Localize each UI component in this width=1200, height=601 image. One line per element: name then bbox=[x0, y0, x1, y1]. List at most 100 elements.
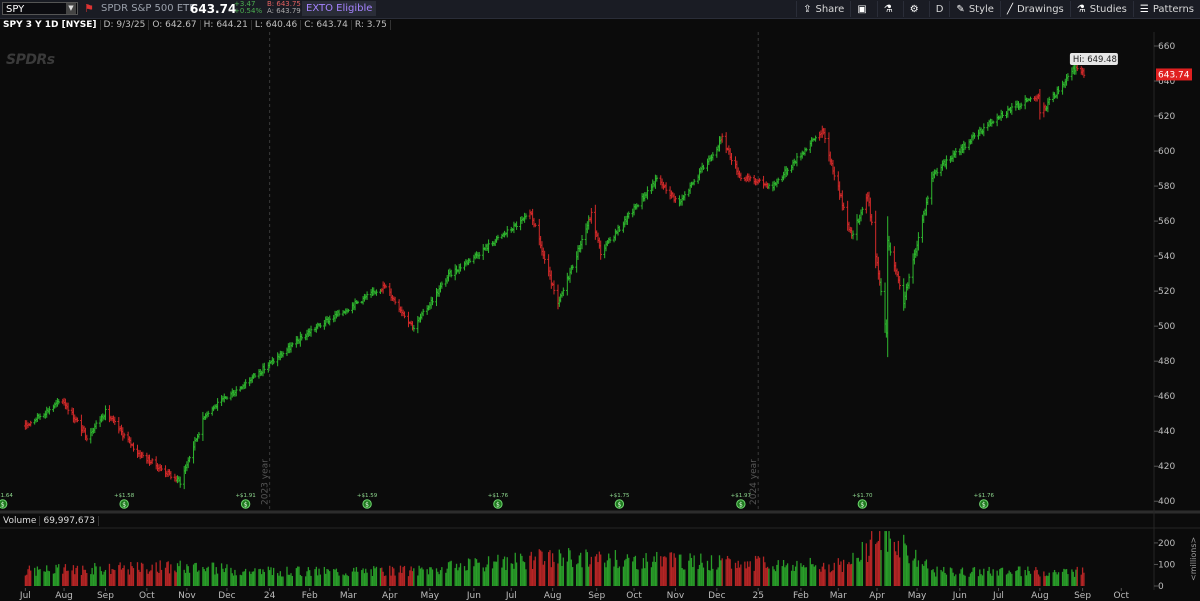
lab-button[interactable]: ⚗ bbox=[876, 1, 903, 17]
y-tick-label: 620 bbox=[1158, 112, 1175, 122]
dividend-symbol: $ bbox=[496, 502, 500, 509]
dividend-icon bbox=[979, 499, 989, 509]
last-price-label: 643.74 bbox=[1158, 70, 1190, 80]
x-tick-label: Aug bbox=[1031, 591, 1049, 601]
chart-title[interactable]: SPY 3 Y 1D [NYSE] bbox=[0, 20, 101, 30]
ohlc-info-row: SPY 3 Y 1D [NYSE] D: 9/3/25 O: 642.67 H: 64… bbox=[0, 19, 1160, 31]
y-tick-label: 580 bbox=[1158, 182, 1175, 192]
info-range: R: 3.75 bbox=[351, 20, 391, 30]
percent-change: +0.54% bbox=[234, 7, 263, 15]
dividend-label: +$1.91 bbox=[235, 493, 255, 499]
x-tick-label: Jul bbox=[505, 591, 517, 601]
last-price: 643.74 bbox=[190, 2, 237, 16]
patterns-label: Patterns bbox=[1152, 3, 1194, 15]
gear-icon: ⚙ bbox=[909, 3, 919, 15]
x-tick-label: Mar bbox=[830, 591, 847, 601]
alert-flag-icon[interactable]: ⚑ bbox=[84, 3, 94, 15]
dividend-symbol: $ bbox=[739, 502, 743, 509]
y-tick-label: 400 bbox=[1158, 497, 1175, 507]
volume-tick-label: 100 bbox=[1158, 560, 1175, 570]
info-close: C: 643.74 bbox=[301, 20, 352, 30]
dividend-symbol: $ bbox=[860, 502, 864, 509]
dividend-icon bbox=[240, 499, 251, 509]
dividend-icon bbox=[0, 499, 8, 509]
price-change: +3.47 +0.54% bbox=[234, 1, 262, 15]
hi-label-box bbox=[1069, 53, 1118, 66]
flask-icon: ⚗ bbox=[1076, 3, 1086, 15]
volume-unit-label: <millions> bbox=[1189, 537, 1198, 581]
x-tick-label: Apr bbox=[382, 591, 398, 601]
studies-button[interactable]: ⚗ Studies bbox=[1069, 1, 1133, 17]
dividend-icon bbox=[857, 499, 868, 509]
x-tick-label: Aug bbox=[544, 591, 562, 601]
y-tick-label: 560 bbox=[1158, 217, 1175, 227]
dividend-label: +$1.58 bbox=[114, 493, 135, 499]
ask-price: A: 643.79 bbox=[267, 7, 301, 15]
info-open: O: 642.67 bbox=[149, 20, 201, 30]
volume-tick-label: 200 bbox=[1158, 539, 1175, 549]
info-low: L: 640.46 bbox=[251, 20, 302, 30]
x-tick-label: Aug bbox=[55, 591, 73, 601]
volume-label: Volume bbox=[0, 516, 41, 526]
snapshot-button[interactable]: ▣ bbox=[850, 1, 876, 17]
x-tick-label: Apr bbox=[869, 591, 885, 601]
share-button[interactable]: ⇪ Share bbox=[796, 1, 850, 17]
dividend-label: +$1.76 bbox=[488, 493, 509, 499]
drawings-button[interactable]: ╱ Drawings bbox=[999, 1, 1070, 17]
x-tick-label: Feb bbox=[793, 591, 809, 601]
y-tick-label: 420 bbox=[1158, 462, 1175, 472]
dividend-label: +$1.75 bbox=[609, 493, 630, 499]
dividend-label: +$1.76 bbox=[974, 493, 995, 499]
flask-icon: ⚗ bbox=[883, 3, 893, 15]
y-tick-label: 440 bbox=[1158, 427, 1175, 437]
x-tick-label: Jul bbox=[19, 591, 31, 601]
top-toolbar: SPY ▼ ⚑ SPDR S&P 500 ETF 643.74 +3.47 +0… bbox=[0, 0, 1200, 19]
y-tick-label: 460 bbox=[1158, 392, 1175, 402]
dividend-icon bbox=[493, 499, 503, 509]
x-tick-label: Mar bbox=[340, 591, 357, 601]
price-chart[interactable]: 4004204404604805005205405605806006206406… bbox=[0, 0, 1200, 601]
x-tick-label: Sep bbox=[97, 591, 114, 601]
volume-header: Volume 69,997,673 bbox=[0, 515, 100, 528]
x-tick-label: Jul bbox=[992, 591, 1004, 601]
y-tick-label: 500 bbox=[1158, 322, 1175, 332]
x-tick-label: Jun bbox=[952, 591, 967, 601]
last-price-tag bbox=[1156, 68, 1192, 81]
symbol-dropdown-icon[interactable]: ▼ bbox=[66, 3, 76, 14]
dividend-label: +$1.59 bbox=[357, 493, 378, 499]
pencil-icon: ╱ bbox=[1006, 3, 1013, 15]
x-tick-label: Oct bbox=[139, 591, 155, 601]
style-label: Style bbox=[968, 3, 994, 15]
x-tick-label: May bbox=[908, 591, 927, 601]
year-label: 2023 year bbox=[261, 459, 271, 505]
settings-button[interactable]: ⚙ bbox=[902, 1, 929, 17]
dividend-label: +$1.70 bbox=[852, 493, 873, 499]
dividend-label: +$1.64 bbox=[0, 493, 13, 499]
y-tick-label: 640 bbox=[1158, 77, 1175, 87]
exto-eligible-badge[interactable]: EXTO Eligible bbox=[302, 1, 377, 16]
x-tick-label: Sep bbox=[1074, 591, 1091, 601]
style-button[interactable]: ✎ Style bbox=[949, 1, 1000, 17]
toolbar-actions: ⇪ Share ▣ ⚗ ⚙ D ✎ Style ╱ Drawings ⚗ Studies… bbox=[796, 0, 1200, 18]
spdrs-watermark: SPDRs bbox=[6, 52, 55, 68]
x-tick-label: Sep bbox=[588, 591, 605, 601]
dividend-icon bbox=[119, 499, 129, 509]
patterns-button[interactable]: ☰ Patterns bbox=[1132, 1, 1200, 17]
y-tick-label: 540 bbox=[1158, 252, 1175, 262]
timeframe-button[interactable]: D bbox=[928, 1, 950, 17]
year-label: 2024 year bbox=[749, 459, 759, 505]
info-date: D: 9/3/25 bbox=[100, 20, 150, 30]
volume-tick-label: 0 bbox=[1158, 582, 1164, 592]
timeframe-label: D bbox=[935, 3, 944, 15]
drawings-label: Drawings bbox=[1016, 3, 1064, 15]
y-tick-label: 520 bbox=[1158, 287, 1175, 297]
x-tick-label: Jun bbox=[466, 591, 481, 601]
x-tick-label: Oct bbox=[626, 591, 642, 601]
dividend-icon bbox=[614, 499, 625, 509]
share-icon: ⇪ bbox=[803, 3, 812, 15]
x-tick-label: 24 bbox=[264, 591, 276, 601]
info-high: H: 644.21 bbox=[200, 20, 252, 30]
dividend-symbol: $ bbox=[122, 502, 126, 509]
volume-value: 69,997,673 bbox=[40, 516, 100, 526]
dividend-symbol: $ bbox=[244, 502, 248, 509]
